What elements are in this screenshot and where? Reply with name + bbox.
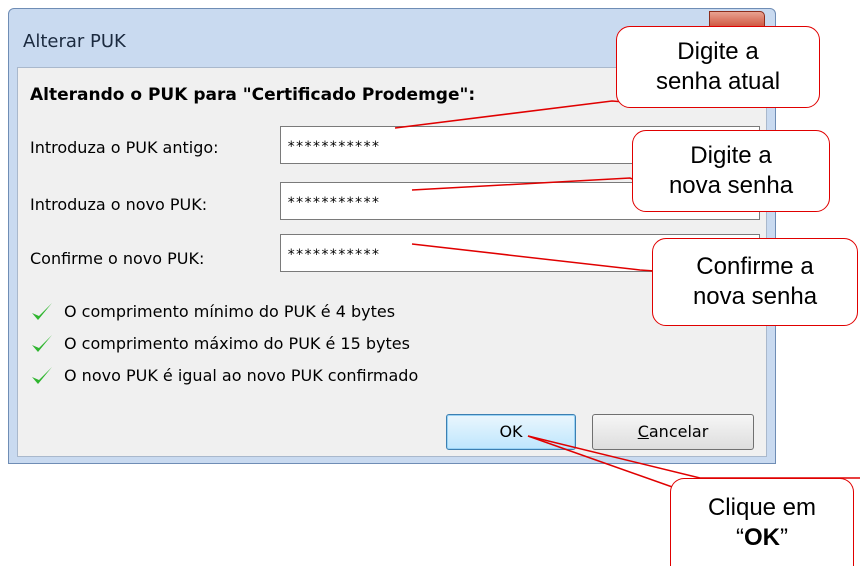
callout-current-password: Digite a senha atual	[616, 26, 820, 108]
callout-click-bold: OK	[743, 523, 780, 551]
callout-new-text: Digite a nova senha	[668, 142, 794, 199]
callout-click-ok: Clique em “OK”	[670, 478, 854, 566]
callout-current-text: Digite a senha atual	[655, 38, 781, 95]
callout-click-text: Clique em “OK”	[708, 493, 816, 553]
callout-new-password: Digite a nova senha	[632, 130, 830, 212]
callout-click-suffix: ”	[779, 523, 788, 551]
callout-confirm-text: Confirme a nova senha	[692, 253, 818, 310]
callout-confirm-password: Confirme a nova senha	[652, 238, 858, 326]
pointer-current	[394, 100, 639, 129]
pointer-confirm	[411, 243, 656, 272]
pointer-ok-2	[527, 435, 860, 479]
pointer-new	[411, 177, 641, 191]
